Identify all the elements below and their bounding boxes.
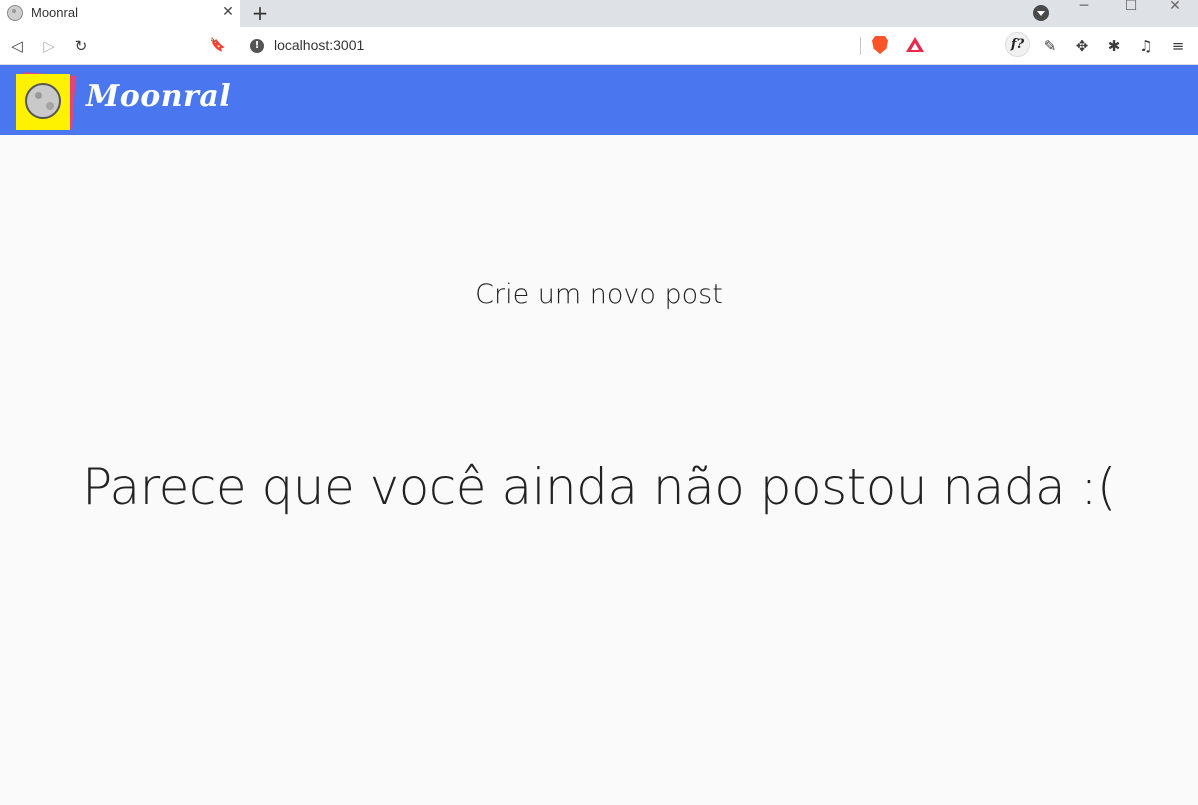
forward-icon[interactable]: ▷ xyxy=(38,35,60,57)
omnibox-divider xyxy=(860,37,861,55)
bookmark-icon[interactable]: 🔖 xyxy=(207,35,229,57)
browser-toolbar: ◁ ▷ ↻ 🔖 ! localhost:3001 f? ✎ ✥ ✱ ♫ ≡ xyxy=(0,27,1198,65)
move-icon[interactable]: ✥ xyxy=(1071,35,1093,57)
close-window-button[interactable]: ✕ xyxy=(1152,0,1198,27)
tab-moonral[interactable]: Moonral ✕ xyxy=(0,0,240,27)
reload-icon[interactable]: ↻ xyxy=(70,35,92,57)
url-text[interactable]: localhost:3001 xyxy=(274,37,364,53)
back-icon[interactable]: ◁ xyxy=(6,35,28,57)
brand-name[interactable]: Moonral xyxy=(86,79,231,114)
eyedropper-icon[interactable]: ✎ xyxy=(1039,35,1061,57)
minimize-button[interactable]: ─ xyxy=(1061,0,1107,27)
create-post-button[interactable]: Crie um novo post xyxy=(0,279,1198,310)
app-header: Moonral xyxy=(0,65,1198,135)
info-icon[interactable]: ! xyxy=(250,39,264,53)
moon-favicon-icon xyxy=(7,5,23,21)
menu-icon[interactable]: ≡ xyxy=(1167,35,1189,57)
plus-icon[interactable]: + xyxy=(249,1,271,25)
font-finder-icon[interactable]: f? xyxy=(1005,32,1030,57)
moon-logo-icon[interactable] xyxy=(16,72,76,130)
close-icon[interactable]: ✕ xyxy=(219,2,237,22)
empty-state-message: Parece que você ainda não postou nada :( xyxy=(82,458,1116,516)
tab-title: Moonral xyxy=(31,5,78,20)
maximize-button[interactable]: ☐ xyxy=(1108,0,1154,27)
tab-strip: Moonral ✕ + ─ ☐ ✕ xyxy=(0,0,1198,27)
search-tabs-icon[interactable] xyxy=(1033,5,1049,21)
moon-icon xyxy=(25,83,61,119)
media-icon[interactable]: ♫ xyxy=(1135,35,1157,57)
address-bar[interactable]: ! localhost:3001 xyxy=(240,31,933,60)
extensions-icon[interactable]: ✱ xyxy=(1103,35,1125,57)
brave-shield-icon[interactable] xyxy=(872,36,888,54)
bat-rewards-icon[interactable] xyxy=(906,37,924,52)
